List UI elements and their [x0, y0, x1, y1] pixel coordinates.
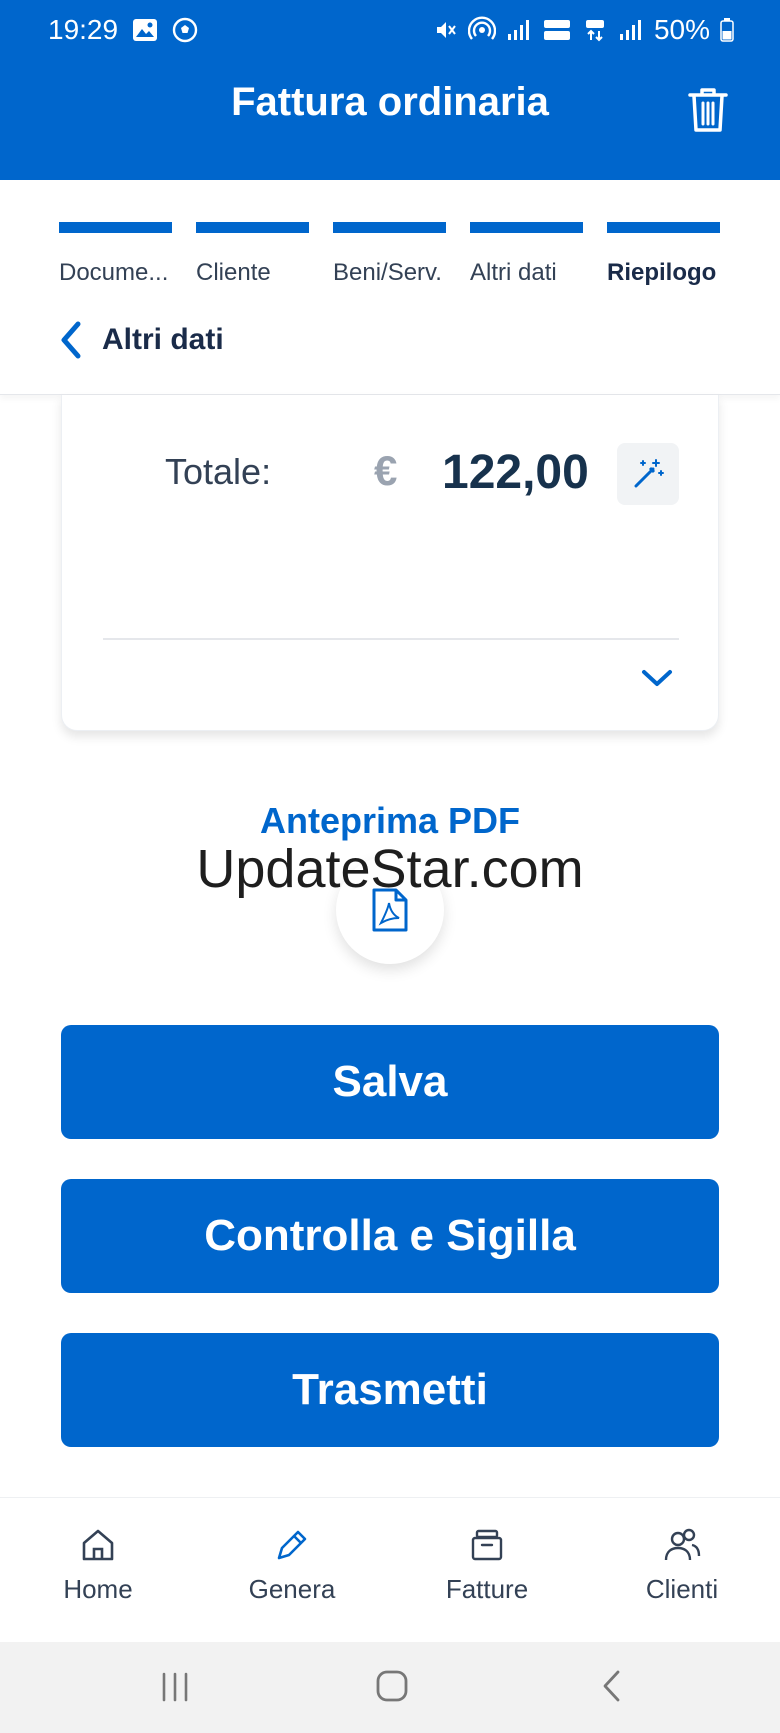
check-seal-button[interactable]: Controlla e Sigilla — [61, 1179, 719, 1293]
nav-fatture[interactable]: Fatture — [407, 1526, 567, 1605]
transmit-button[interactable]: Trasmetti — [61, 1333, 719, 1447]
users-icon — [664, 1528, 701, 1561]
step-bar — [333, 222, 446, 233]
bottom-nav: Home Genera Fatture Clienti — [0, 1497, 780, 1642]
signal-icon — [507, 20, 529, 40]
4g-icon — [585, 20, 604, 42]
home-system-icon[interactable] — [374, 1668, 410, 1704]
total-label: Totale: — [165, 451, 272, 492]
step-beni-servizi[interactable]: Beni/Serv. — [333, 222, 446, 287]
home-icon — [82, 1529, 114, 1561]
back-system-icon[interactable] — [597, 1668, 627, 1704]
page-title: Fattura ordinaria — [231, 80, 549, 124]
volte-lte-icon — [543, 20, 570, 40]
step-label: Riepilogo — [607, 259, 717, 286]
save-button[interactable]: Salva — [61, 1025, 719, 1139]
status-bar: 19:29 50% — [0, 0, 780, 60]
hotspot-icon — [467, 16, 496, 40]
nav-home[interactable]: Home — [18, 1526, 178, 1605]
trash-icon[interactable] — [686, 86, 730, 134]
chevron-left-icon — [61, 321, 81, 359]
step-altri-dati[interactable]: Altri dati — [470, 222, 583, 287]
recent-apps-icon[interactable] — [158, 1670, 192, 1704]
total-card: Totale: € 122,00 — [61, 395, 719, 731]
step-label: Altri dati — [470, 259, 557, 286]
ball-icon — [172, 17, 198, 43]
signal-icon-2 — [619, 20, 641, 40]
total-amount: 122,00 — [442, 446, 589, 499]
step-documento[interactable]: Docume... — [59, 222, 172, 287]
battery-icon — [720, 18, 734, 42]
nav-label: Clienti — [645, 1574, 719, 1604]
back-link[interactable]: Altri dati — [58, 320, 224, 360]
status-time: 19:29 — [48, 14, 119, 45]
magic-wand-icon — [634, 459, 664, 488]
card-divider — [103, 638, 679, 640]
nav-genera[interactable]: Genera — [212, 1526, 372, 1605]
battery-level: 50% — [653, 14, 710, 45]
nav-clienti[interactable]: Clienti — [602, 1526, 762, 1605]
step-bar — [470, 222, 583, 233]
nav-label: Home — [63, 1574, 133, 1604]
step-label: Docume... — [59, 259, 169, 286]
currency-symbol: € — [374, 447, 398, 494]
chevron-down-icon[interactable] — [640, 667, 674, 689]
step-label: Beni/Serv. — [333, 259, 442, 286]
nav-label: Fatture — [445, 1574, 529, 1604]
stepper: Docume... Cliente Beni/Serv. Altri dati … — [0, 180, 780, 395]
step-bar — [607, 222, 720, 233]
step-bar — [196, 222, 309, 233]
system-nav-bar — [0, 1642, 780, 1733]
pencil-icon — [277, 1530, 307, 1560]
app-header: 19:29 50% Fattura ordinaria — [0, 0, 780, 180]
back-label: Altri dati — [102, 323, 224, 356]
gallery-icon — [133, 19, 158, 41]
step-riepilogo[interactable]: Riepilogo — [607, 222, 720, 287]
magic-wand-button[interactable] — [617, 443, 679, 505]
step-bar — [59, 222, 172, 233]
nav-label: Genera — [248, 1574, 336, 1604]
mute-icon — [436, 22, 456, 38]
pdf-preview-title[interactable]: Anteprima PDF — [0, 800, 780, 842]
step-cliente[interactable]: Cliente — [196, 222, 309, 287]
archive-icon — [471, 1529, 503, 1561]
step-label: Cliente — [196, 259, 271, 286]
watermark-text: UpdateStar.com — [196, 839, 584, 899]
